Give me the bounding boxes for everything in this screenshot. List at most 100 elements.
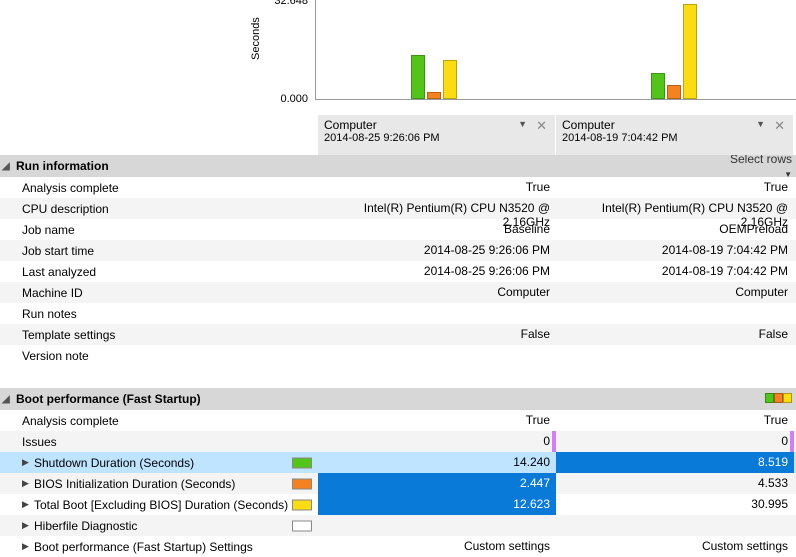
table-row: CPU descriptionIntel(R) Pentium(R) CPU N… <box>0 198 796 219</box>
row-value-0: 14.240 <box>318 452 556 473</box>
row-label: Version note <box>0 345 318 366</box>
row-value-0: True <box>318 177 556 198</box>
table-row: Run notes <box>0 303 796 324</box>
dropdown-caret-icon[interactable]: ▼ <box>756 119 765 129</box>
row-value-1: 2014-08-19 7:04:42 PM <box>556 261 794 282</box>
bar-total-1 <box>683 4 697 99</box>
row-value-1: 0 <box>556 431 794 452</box>
y-tick-min: 0.000 <box>280 93 308 105</box>
legend-swatch-yellow <box>783 393 792 403</box>
bar-shutdown-1 <box>651 73 665 99</box>
column-headers: Computer 2014-08-25 9:26:06 PM ▼ ✕ Compu… <box>0 115 796 155</box>
row-label: Run notes <box>0 303 318 324</box>
row-hiberfile-diagnostic[interactable]: ▶ Hiberfile Diagnostic <box>0 515 796 536</box>
row-analysis-complete: Analysis complete True True <box>0 410 796 431</box>
row-label: Analysis complete <box>0 410 318 431</box>
legend-swatch-orange <box>774 393 783 403</box>
table-row: Last analyzed2014-08-25 9:26:06 PM2014-0… <box>0 261 796 282</box>
row-value-1: 30.995 <box>556 494 794 515</box>
section-legend-swatches <box>765 393 792 403</box>
table-row: Job nameBaselineOEMPreload <box>0 219 796 240</box>
row-shutdown-duration[interactable]: ▶ Shutdown Duration (Seconds) 14.240 8.5… <box>0 452 796 473</box>
row-value-1: False <box>556 324 794 345</box>
row-value-0: Computer <box>318 282 556 303</box>
expand-icon[interactable]: ▶ <box>22 457 29 468</box>
row-value-1 <box>556 303 794 324</box>
section-boot-performance[interactable]: ◢ Boot performance (Fast Startup) <box>0 388 796 410</box>
column-header-1[interactable]: Computer 2014-08-19 7:04:42 PM ▼ ✕ <box>556 115 794 155</box>
close-icon[interactable]: ✕ <box>774 118 785 134</box>
table-row: Machine IDComputerComputer <box>0 282 796 303</box>
row-value-1: 8.519 <box>556 452 794 473</box>
collapse-icon[interactable]: ◢ <box>2 394 16 405</box>
row-value-0: 0 <box>318 431 556 452</box>
row-label: Machine ID <box>0 282 318 303</box>
row-value-0: Intel(R) Pentium(R) CPU N3520 @ 2.16GHz <box>318 198 556 219</box>
y-axis-label: Seconds <box>250 17 262 60</box>
table-row: Template settingsFalseFalse <box>0 324 796 345</box>
row-total-boot-duration[interactable]: ▶ Total Boot [Excluding BIOS] Duration (… <box>0 494 796 515</box>
chart: Seconds 32.648 0.000 <box>0 0 796 115</box>
row-value-1: True <box>556 410 794 431</box>
row-value-0: 12.623 <box>318 494 556 515</box>
section-gap <box>0 366 796 388</box>
collapse-icon[interactable]: ◢ <box>2 161 16 172</box>
row-label: ▶ BIOS Initialization Duration (Seconds) <box>0 473 318 494</box>
table-row: Analysis completeTrueTrue <box>0 177 796 198</box>
row-label: Issues <box>0 431 318 452</box>
row-swatch-orange <box>292 478 312 489</box>
expand-icon[interactable]: ▶ <box>22 478 29 489</box>
row-label: Job start time <box>0 240 318 261</box>
row-label: Last analyzed <box>0 261 318 282</box>
row-issues: Issues 0 0 <box>0 431 796 452</box>
row-value-1 <box>556 345 794 366</box>
row-value-0: Baseline <box>318 219 556 240</box>
row-bios-duration[interactable]: ▶ BIOS Initialization Duration (Seconds)… <box>0 473 796 494</box>
row-value-0 <box>318 515 556 536</box>
dropdown-caret-icon[interactable]: ▼ <box>518 119 527 129</box>
row-value-0: 2014-08-25 9:26:06 PM <box>318 240 556 261</box>
row-value-1: 4.533 <box>556 473 794 494</box>
row-swatch-green <box>292 457 312 468</box>
row-value-0: Custom settings <box>318 536 556 557</box>
section-title: Boot performance (Fast Startup) <box>16 392 201 406</box>
row-label: ▶ Shutdown Duration (Seconds) <box>0 452 318 473</box>
row-value-0 <box>318 345 556 366</box>
row-label: Template settings <box>0 324 318 345</box>
expand-icon[interactable]: ▶ <box>22 520 29 531</box>
section-title: Run information <box>16 159 109 173</box>
row-boot-perf-settings[interactable]: ▶ Boot performance (Fast Startup) Settin… <box>0 536 796 557</box>
row-label: ▶ Total Boot [Excluding BIOS] Duration (… <box>0 494 318 515</box>
legend-swatch-green <box>765 393 774 403</box>
bar-total-0 <box>443 60 457 99</box>
row-value-1: True <box>556 177 794 198</box>
table-row: Job start time2014-08-25 9:26:06 PM2014-… <box>0 240 796 261</box>
bar-group-0 <box>411 55 457 99</box>
expand-icon[interactable]: ▶ <box>22 499 29 510</box>
row-label: ▶ Boot performance (Fast Startup) Settin… <box>0 536 318 557</box>
column-header-0[interactable]: Computer 2014-08-25 9:26:06 PM ▼ ✕ <box>318 115 556 155</box>
column-title: Computer <box>562 118 787 132</box>
row-value-1: 2014-08-19 7:04:42 PM <box>556 240 794 261</box>
row-swatch-white <box>292 520 312 531</box>
row-value-1: Computer <box>556 282 794 303</box>
select-rows-button[interactable]: Select rows ▼ <box>720 152 796 180</box>
bar-bios-0 <box>427 92 441 99</box>
section-run-information[interactable]: ◢ Run information Select rows ▼ <box>0 155 796 177</box>
column-title: Computer <box>324 118 549 132</box>
close-icon[interactable]: ✕ <box>536 118 547 134</box>
row-value-0 <box>318 303 556 324</box>
row-label: CPU description <box>0 198 318 219</box>
table-row: Version note <box>0 345 796 366</box>
row-label: ▶ Hiberfile Diagnostic <box>0 515 318 536</box>
expand-icon[interactable]: ▶ <box>22 541 29 552</box>
bar-shutdown-0 <box>411 55 425 99</box>
row-label: Job name <box>0 219 318 240</box>
chart-plot <box>315 0 796 100</box>
row-value-0: 2014-08-25 9:26:06 PM <box>318 261 556 282</box>
row-value-1 <box>556 515 794 536</box>
row-value-1: Intel(R) Pentium(R) CPU N3520 @ 2.16GHz <box>556 198 794 219</box>
row-value-1: Custom settings <box>556 536 794 557</box>
bar-group-1 <box>651 4 697 99</box>
y-tick-max: 32.648 <box>274 0 308 7</box>
